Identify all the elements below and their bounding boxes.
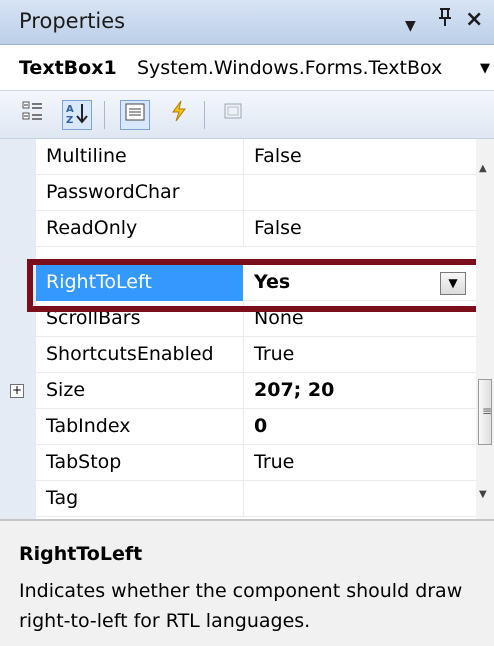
- categorized-icon[interactable]: [18, 100, 48, 130]
- property-row-shortcutsenabled[interactable]: ShortcutsEnabled True: [0, 337, 476, 373]
- pin-icon[interactable]: [437, 6, 453, 36]
- toolbar-separator: [104, 101, 105, 129]
- property-row-readonly[interactable]: ReadOnly False: [0, 211, 476, 247]
- property-row-passwordchar[interactable]: PasswordChar: [0, 175, 476, 211]
- property-name: ShortcutsEnabled: [46, 343, 214, 365]
- property-row-multiline[interactable]: Multiline False: [0, 139, 476, 175]
- property-name: Tag: [46, 487, 79, 509]
- panel-title: Properties: [19, 9, 126, 33]
- svg-text:Z: Z: [66, 115, 73, 125]
- close-icon[interactable]: ×: [465, 6, 483, 34]
- description-panel: RightToLeft Indicates whether the compon…: [0, 519, 494, 646]
- property-grid: Multiline False PasswordChar ReadOnly Fa…: [0, 139, 494, 519]
- selection-highlight-box: [27, 259, 484, 312]
- property-value[interactable]: 207; 20: [254, 379, 334, 401]
- scrollbar-thumb[interactable]: ≡: [478, 379, 492, 445]
- description-text: Indicates whether the component should d…: [19, 580, 463, 632]
- property-value[interactable]: 0: [254, 415, 267, 437]
- properties-toolbar: A Z: [0, 91, 494, 139]
- svg-text:A: A: [66, 104, 74, 115]
- property-name: PasswordChar: [46, 181, 180, 203]
- description-title: RightToLeft: [19, 543, 143, 565]
- property-name: Size: [46, 379, 86, 401]
- property-value[interactable]: False: [254, 217, 302, 239]
- property-name: Multiline: [46, 145, 127, 167]
- property-name: TabStop: [46, 451, 122, 473]
- property-pages-icon[interactable]: [218, 100, 248, 130]
- property-name: ReadOnly: [46, 217, 138, 239]
- property-row-tag[interactable]: Tag: [0, 481, 476, 517]
- property-name: TabIndex: [46, 415, 131, 437]
- expand-icon[interactable]: +: [10, 384, 24, 398]
- toolbar-separator: [204, 101, 205, 129]
- property-row-size[interactable]: + Size 207; 20: [0, 373, 476, 409]
- alphabetical-icon[interactable]: A Z: [62, 100, 92, 130]
- object-type: System.Windows.Forms.TextBox: [137, 57, 443, 79]
- window-position-dropdown-icon[interactable]: ▼: [405, 12, 416, 40]
- events-icon[interactable]: [164, 100, 194, 130]
- object-selector[interactable]: TextBox1 System.Windows.Forms.TextBox ▼: [0, 45, 494, 91]
- property-value[interactable]: True: [254, 451, 294, 473]
- property-row-tabindex[interactable]: TabIndex 0: [0, 409, 476, 445]
- vertical-scrollbar[interactable]: ▲ ≡ ▼: [476, 139, 494, 519]
- properties-icon[interactable]: [120, 100, 150, 130]
- object-name: TextBox1: [19, 57, 117, 79]
- scroll-down-icon[interactable]: ▼: [479, 489, 487, 500]
- property-value[interactable]: False: [254, 145, 302, 167]
- property-value[interactable]: True: [254, 343, 294, 365]
- property-row-tabstop[interactable]: TabStop True: [0, 445, 476, 481]
- chevron-down-icon[interactable]: ▼: [480, 61, 490, 76]
- properties-titlebar: Properties ▼ ×: [0, 0, 494, 45]
- scroll-up-icon[interactable]: ▲: [479, 163, 487, 174]
